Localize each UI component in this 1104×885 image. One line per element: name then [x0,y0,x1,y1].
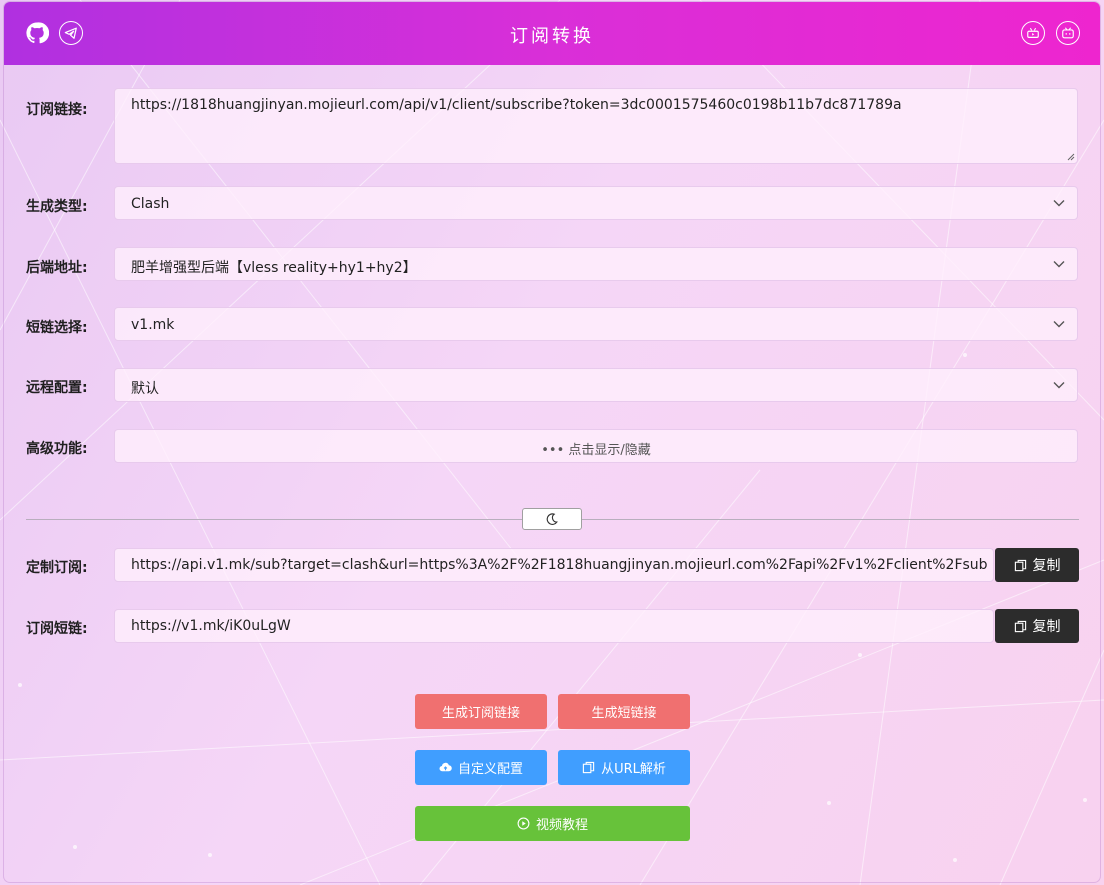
remote-config-select[interactable]: 默认 [114,368,1078,402]
chevron-down-icon [1053,382,1065,389]
dark-mode-toggle[interactable] [522,508,582,530]
generate-short-link-button[interactable]: 生成短链接 [558,694,690,729]
page-title: 订阅转换 [510,26,594,47]
backend-label: 后端地址: [26,260,88,276]
copy-custom-sub-button[interactable]: 复制 [995,548,1079,582]
converter-card: 订阅转换 订阅链接: https://1818huangjinyan.mojie… [4,2,1100,882]
resize-grip-icon[interactable] [1066,152,1075,161]
remote-config-label: 远程配置: [26,380,88,396]
copy-label: 复制 [1032,619,1061,635]
short-link-service-select[interactable]: v1.mk [114,307,1078,341]
chevron-down-icon [1053,200,1065,207]
copy-label: 复制 [1032,558,1061,574]
copy-short-link-button[interactable]: 复制 [995,609,1079,643]
sub-link-value: https://1818huangjinyan.mojieurl.com/api… [131,97,902,113]
gen-type-value: Clash [131,196,170,212]
short-link-label: 订阅短链: [26,621,88,637]
bilibili-icon[interactable] [1056,21,1080,45]
video-tutorial-button[interactable]: 视频教程 [415,806,690,841]
short-link-value: https://v1.mk/iK0uLgW [131,618,291,634]
custom-sub-value: https://api.v1.mk/sub?target=clash&url=h… [131,557,987,573]
custom-config-label: 自定义配置 [457,762,523,777]
short-link-service-value: v1.mk [131,317,175,333]
header-bar: 订阅转换 [4,2,1100,65]
custom-config-button[interactable]: 自定义配置 [415,750,547,785]
custom-sub-label: 定制订阅: [26,560,88,576]
generate-sub-link-button[interactable]: 生成订阅链接 [415,694,547,729]
copy-icon [1014,559,1026,571]
short-link-service-label: 短链选择: [26,320,88,336]
generate-short-link-label: 生成短链接 [591,706,657,721]
gen-type-select[interactable]: Clash [114,186,1078,220]
short-link-input[interactable]: https://v1.mk/iK0uLgW [114,609,994,643]
sub-link-textarea[interactable]: https://1818huangjinyan.mojieurl.com/api… [114,88,1078,164]
generate-sub-link-label: 生成订阅链接 [441,706,520,721]
cloud-upload-icon [439,762,452,772]
video-tutorial-label: 视频教程 [535,818,588,833]
copy-icon [1014,620,1026,632]
moon-icon [546,513,558,525]
parse-url-label: 从URL解析 [601,762,666,777]
chevron-down-icon [1053,261,1065,268]
advanced-toggle-text: ••• 点击显示/隐藏 [541,443,651,458]
advanced-label: 高级功能: [26,441,88,457]
custom-sub-input[interactable]: https://api.v1.mk/sub?target=clash&url=h… [114,548,994,582]
backend-value: 肥羊增强型后端【vless reality+hy1+hy2】 [131,260,417,276]
advanced-toggle-button[interactable]: ••• 点击显示/隐藏 [114,429,1078,463]
chevron-down-icon [1053,321,1065,328]
remote-config-value: 默认 [131,381,159,397]
backend-select[interactable]: 肥羊增强型后端【vless reality+hy1+hy2】 [114,247,1078,281]
sub-link-label: 订阅链接: [26,102,88,118]
parse-url-button[interactable]: 从URL解析 [558,750,690,785]
gen-type-label: 生成类型: [26,199,88,215]
copy-icon [582,761,595,774]
play-circle-icon [517,817,530,830]
youtube-icon[interactable] [1021,21,1045,45]
